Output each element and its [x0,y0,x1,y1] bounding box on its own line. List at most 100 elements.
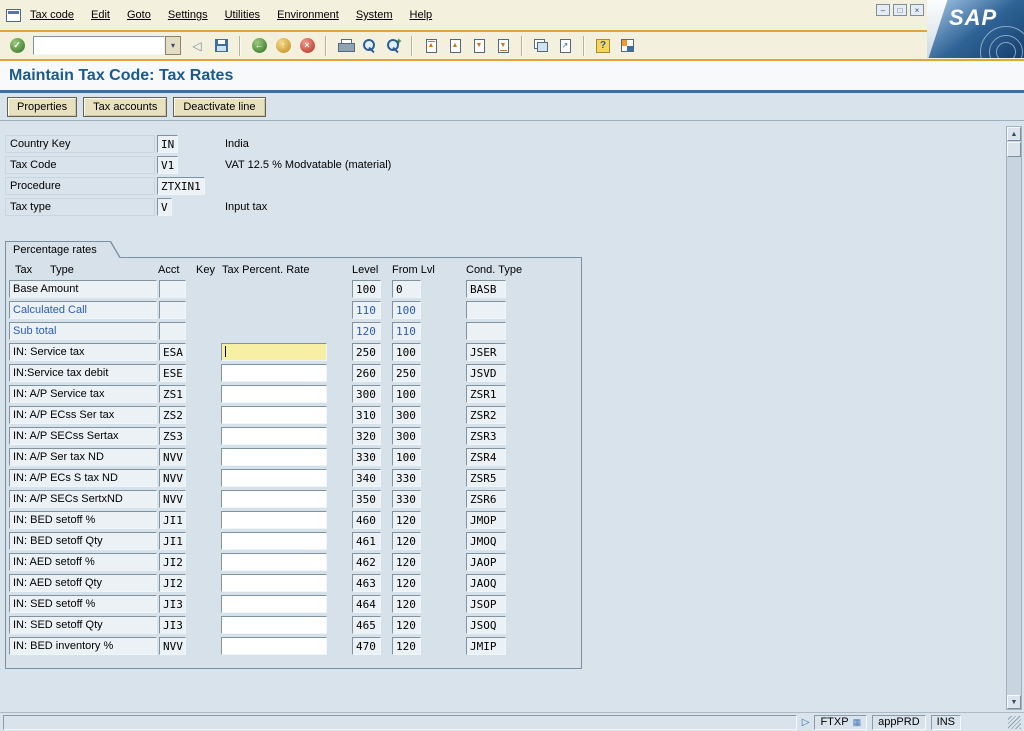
tax-percent-rate-input[interactable] [221,343,327,361]
level-field: 120 [352,322,381,340]
first-page-button[interactable]: ▲ [420,35,442,57]
print-button[interactable] [334,35,356,57]
level-field: 300 [352,385,381,403]
level-field: 320 [352,427,381,445]
command-input[interactable] [33,36,165,55]
rate-row: Calculated Call 110 100 [6,301,581,322]
level-field: 465 [352,616,381,634]
level-field: 310 [352,406,381,424]
menu-settings[interactable]: Settings [168,9,208,21]
level-field: 100 [352,280,381,298]
rate-row: IN: BED setoff % JI1 460 120 JMOP [6,511,581,532]
field-description: India [225,138,249,150]
scrollbar-thumb[interactable] [1007,142,1021,157]
deactivate-line-button[interactable]: Deactivate line [173,97,266,117]
field-value: ZTXIN1 [157,177,205,195]
menu-bar: Tax code Edit Goto Settings Utilities Environ… [0,0,1024,30]
back-button[interactable]: ← [248,35,270,57]
rate-row: Base Amount 100 0 BASB [6,280,581,301]
toolbar-separator [583,35,585,56]
header-field-row: Country Key IN India [3,135,1024,156]
condition-type-field: JAOP [466,553,506,571]
tax-percent-rate-input[interactable] [221,469,327,487]
enter-arrow-icon: ◁ [192,38,202,53]
level-field: 340 [352,469,381,487]
tax-percent-rate-input[interactable] [221,595,327,613]
tax-percent-rate-input[interactable] [221,553,327,571]
scroll-down-button[interactable]: ▼ [1007,695,1021,709]
percentage-rates-tab: Percentage rates [5,241,121,258]
create-shortcut-button[interactable]: ↗ [554,35,576,57]
title-bar: Maintain Tax Code: Tax Rates [0,61,1024,90]
print-icon [337,39,355,52]
scroll-up-button[interactable]: ▲ [1007,127,1021,141]
tax-type-link[interactable]: Sub total [9,322,157,340]
account-key-field: NVV [159,637,186,655]
cancel-button[interactable]: × [296,35,318,57]
last-page-button[interactable]: ▼ [492,35,514,57]
menu-environment[interactable]: Environment [277,9,339,21]
tax-percent-rate-input[interactable] [221,616,327,634]
tax-accounts-button[interactable]: Tax accounts [83,97,168,117]
column-header-level: Level [352,264,379,276]
resize-grip[interactable] [1008,715,1021,729]
status-message-arrow-icon[interactable]: ▷ [802,717,810,728]
command-dropdown-button[interactable]: ▾ [165,36,181,55]
from-level-field: 330 [392,490,421,508]
menu-goto[interactable]: Goto [127,9,151,21]
tax-type-field: IN: BED inventory % [9,637,157,655]
tax-percent-rate-input[interactable] [221,637,327,655]
vertical-scrollbar[interactable]: ▲ ▼ [1006,126,1022,710]
save-button[interactable] [210,35,232,57]
account-key-field: NVV [159,490,186,508]
transaction-field[interactable]: FTXP ▦ [814,714,868,730]
menu-help[interactable]: Help [410,9,433,21]
properties-button[interactable]: Properties [7,97,78,117]
tax-type-field: IN: A/P ECss Ser tax [9,406,157,424]
close-button[interactable]: × [910,4,924,16]
tax-percent-rate-input[interactable] [221,406,327,424]
account-key-field: NVV [159,469,186,487]
field-value: V [157,198,172,216]
new-session-icon [534,39,548,52]
enter-button[interactable]: ✓ [6,35,28,57]
tax-percent-rate-input[interactable] [221,532,327,550]
minimize-button[interactable]: – [876,4,890,16]
from-level-field: 100 [392,448,421,466]
page-down-button[interactable]: ▼ [468,35,490,57]
condition-type-field: JSOP [466,595,506,613]
last-page-icon: ▼ [497,38,509,53]
new-session-button[interactable] [530,35,552,57]
menu-utilities[interactable]: Utilities [225,9,260,21]
page-up-button[interactable]: ▲ [444,35,466,57]
field-description: Input tax [225,201,268,213]
tax-type-link[interactable]: Calculated Call [9,301,157,319]
condition-type-field: ZSR3 [466,427,506,445]
enter-arrow-button[interactable]: ◁ [186,35,208,57]
create-shortcut-icon: ↗ [559,38,571,53]
tax-percent-rate-input[interactable] [221,511,327,529]
customize-layout-button[interactable] [616,35,638,57]
insert-mode-field[interactable]: INS [930,714,961,730]
find-next-icon: + [386,36,402,53]
tax-percent-rate-input[interactable] [221,364,327,382]
tax-percent-rate-input[interactable] [221,490,327,508]
level-field: 470 [352,637,381,655]
help-button[interactable]: ? [592,35,614,57]
column-header-key: Key [196,264,215,276]
tax-percent-rate-input[interactable] [221,574,327,592]
tax-percent-rate-input[interactable] [221,427,327,445]
find-button[interactable] [358,35,380,57]
page-title: Maintain Tax Code: Tax Rates [9,66,234,84]
find-next-button[interactable]: + [382,35,404,57]
server-field[interactable]: appPRD [872,714,926,730]
maximize-button[interactable]: □ [893,4,907,16]
column-header-tax: Tax [15,264,33,276]
menu-tax-code[interactable]: Tax code [30,9,74,21]
tax-percent-rate-input[interactable] [221,448,327,466]
exit-button[interactable]: ↑ [272,35,294,57]
menu-edit[interactable]: Edit [91,9,110,21]
system-menu-icon[interactable] [6,8,21,22]
tax-percent-rate-input[interactable] [221,385,327,403]
menu-system[interactable]: System [356,9,393,21]
